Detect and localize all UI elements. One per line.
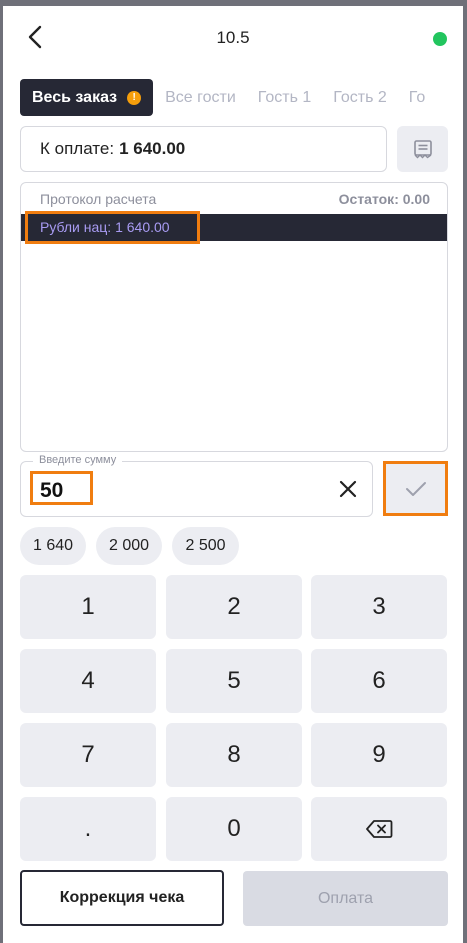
keypad-key-7[interactable]: 7 <box>20 723 156 787</box>
highlight-box <box>25 211 200 244</box>
clear-button[interactable] <box>336 477 360 501</box>
tab-label: Весь заказ <box>32 88 118 106</box>
keypad-key-1[interactable]: 1 <box>20 575 156 639</box>
keypad-key-0[interactable]: 0 <box>166 797 302 861</box>
backspace-icon <box>366 820 393 838</box>
top-bar: 10.5 <box>3 6 463 68</box>
payment-protocol: Протокол расчета Остаток: 0.00 Рубли нац… <box>20 182 448 452</box>
keypad-key-6[interactable]: 6 <box>311 649 447 713</box>
tab-guest-2[interactable]: Гость 2 <box>333 89 387 107</box>
keypad-key-decimal[interactable]: . <box>20 797 156 861</box>
keypad-key-3[interactable]: 3 <box>311 575 447 639</box>
amount-due: К оплате: 1 640.00 <box>20 126 387 172</box>
amount-due-value: 1 640.00 <box>119 139 186 158</box>
table-title: 10.5 <box>216 28 250 47</box>
quick-amount-button[interactable]: 2 000 <box>96 527 162 565</box>
status-indicator <box>433 32 447 46</box>
receipt-button[interactable] <box>397 126 448 172</box>
amount-input-label: Введите сумму <box>33 454 123 466</box>
pay-button[interactable]: Оплата <box>243 871 448 926</box>
keypad-key-2[interactable]: 2 <box>166 575 302 639</box>
tab-all-guests[interactable]: Все гости <box>165 89 236 107</box>
tab-guest-3[interactable]: Го <box>409 89 426 107</box>
amount-due-label: К оплате: <box>40 139 115 158</box>
keypad-key-5[interactable]: 5 <box>166 649 302 713</box>
keypad-key-8[interactable]: 8 <box>166 723 302 787</box>
protocol-title: Протокол расчета <box>40 191 157 207</box>
tab-guest-1[interactable]: Гость 1 <box>258 89 312 107</box>
close-icon <box>339 480 357 498</box>
check-icon <box>405 481 426 496</box>
keypad-backspace-button[interactable] <box>311 797 447 861</box>
keypad-key-4[interactable]: 4 <box>20 649 156 713</box>
tab-whole-order[interactable]: Весь заказ ! <box>20 79 154 116</box>
guest-tabs: Весь заказ ! Все гости Гость 1 Гость 2 Г… <box>20 79 463 116</box>
confirm-button[interactable] <box>383 461 448 516</box>
payment-screen: 10.5 Весь заказ ! Все гости Гость 1 Гост… <box>3 6 463 943</box>
highlight-box <box>30 471 93 505</box>
keypad-key-9[interactable]: 9 <box>311 723 447 787</box>
quick-amount-button[interactable]: 2 500 <box>172 527 239 565</box>
warning-icon: ! <box>127 90 142 105</box>
protocol-header: Протокол расчета Остаток: 0.00 <box>21 191 447 211</box>
quick-amount-button[interactable]: 1 640 <box>20 527 86 565</box>
receipt-icon <box>413 140 432 159</box>
remainder-value: Остаток: 0.00 <box>338 191 430 207</box>
receipt-correction-button[interactable]: Коррекция чека <box>20 870 224 926</box>
